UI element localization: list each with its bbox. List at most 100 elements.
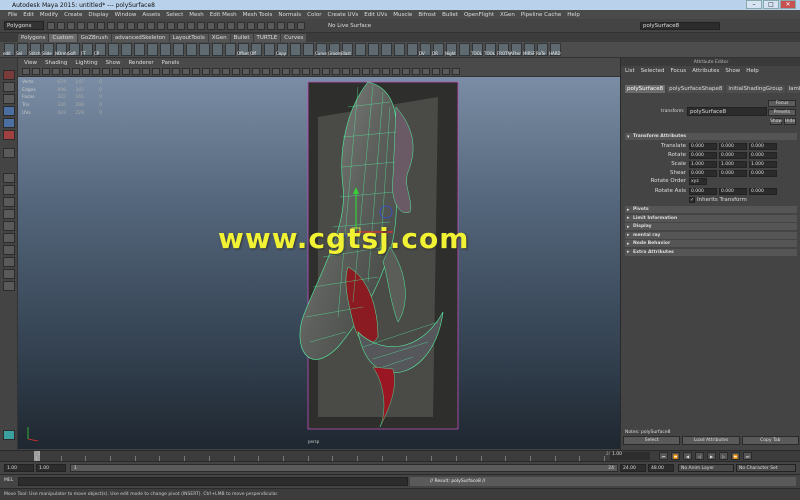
panel-tool-icon[interactable] [62, 68, 70, 75]
shelf-tool-icon[interactable]: Groom [328, 43, 341, 56]
menu-item[interactable]: Muscle [393, 12, 412, 18]
shelf-tool-icon[interactable] [290, 43, 301, 56]
shelf-tool-icon[interactable]: edit [3, 43, 15, 56]
shelf-tab[interactable]: advancedSkeleton [111, 34, 169, 42]
rotate-order-dropdown[interactable]: xyz [689, 177, 707, 185]
status-tool-icon[interactable] [47, 21, 55, 30]
ae-section[interactable]: mental ray [625, 231, 797, 239]
play-back-icon[interactable]: ◁ [695, 452, 704, 460]
go-end-icon[interactable]: ⏭ [743, 452, 752, 460]
panel-menu-item[interactable]: Panels [162, 60, 180, 66]
shelf-tool-icon[interactable] [394, 43, 405, 56]
inherits-checkbox[interactable]: ✓ [689, 197, 695, 203]
menu-item[interactable]: Help [567, 12, 580, 18]
maximize-button[interactable]: □ [763, 0, 779, 9]
end-time-field[interactable]: 48.00 [648, 464, 674, 472]
menu-item[interactable]: Modify [40, 12, 58, 18]
status-tool-icon[interactable] [77, 21, 85, 30]
panel-tool-icon[interactable] [252, 68, 260, 75]
show-button[interactable]: Show [770, 118, 782, 125]
menu-item[interactable]: Color [307, 12, 321, 18]
shelf-tool-icon[interactable]: Blast [341, 43, 353, 56]
panel-tool-icon[interactable] [92, 68, 100, 75]
ae-menu-item[interactable]: Selected [641, 68, 665, 74]
menu-item[interactable]: Select [166, 12, 183, 18]
ae-section[interactable]: Display [625, 223, 797, 230]
status-tool-icon[interactable] [137, 21, 145, 30]
attr-field[interactable]: 0.000 [689, 169, 717, 177]
select-tool-icon[interactable] [3, 70, 15, 80]
shelf-tool-icon[interactable]: Off [250, 43, 262, 56]
rotate-tool-icon[interactable] [3, 118, 15, 128]
shelf-tool-icon[interactable] [147, 43, 158, 56]
layout-uv-icon[interactable] [3, 245, 15, 255]
ae-section[interactable]: Extra Attributes [625, 248, 797, 256]
menu-item[interactable]: Create [64, 12, 82, 18]
step-forward-icon[interactable]: ▷ [719, 452, 728, 460]
attr-field[interactable]: 0.000 [749, 151, 777, 159]
panel-tool-icon[interactable] [132, 68, 140, 75]
panel-tool-icon[interactable] [322, 68, 330, 75]
layout-single-icon[interactable] [3, 173, 15, 183]
shelf-tool-icon[interactable]: MIRSF [523, 43, 535, 56]
status-tool-icon[interactable] [237, 21, 245, 30]
panel-tool-icon[interactable] [122, 68, 130, 75]
shelf-tool-icon[interactable] [225, 43, 236, 56]
step-back-icon[interactable]: ◀ [683, 452, 692, 460]
menu-item[interactable]: XGen [500, 12, 515, 18]
layout-script-icon[interactable] [3, 269, 15, 279]
ae-menu-item[interactable]: Focus [670, 68, 686, 74]
shelf-tab[interactable]: Curves [281, 34, 307, 42]
ae-section[interactable]: Limit Information [625, 214, 797, 222]
panel-tool-icon[interactable] [102, 68, 110, 75]
panel-tool-icon[interactable] [232, 68, 240, 75]
panel-tool-icon[interactable] [362, 68, 370, 75]
panel-tool-icon[interactable] [192, 68, 200, 75]
rotate-axis-x[interactable]: 0.000 [689, 187, 717, 195]
viewport-persp[interactable]: Verts 674 147 0 Edges 898 345 0 Faces 322 161 0 Tris… [18, 77, 620, 449]
mel-input[interactable] [18, 477, 408, 486]
shelf-tab[interactable]: TURTLE [253, 34, 281, 42]
shelf-tool-icon[interactable]: HARD [549, 43, 561, 56]
rotate-axis-y[interactable]: 0.000 [719, 187, 747, 195]
panel-menu-item[interactable]: Lighting [75, 60, 97, 66]
shelf-tool-icon[interactable] [368, 43, 379, 56]
section-transform-attributes[interactable]: Transform Attributes [625, 133, 797, 140]
menu-item[interactable]: Bullet [442, 12, 458, 18]
panel-tool-icon[interactable] [382, 68, 390, 75]
ae-bottom-button[interactable]: Load Attributes [682, 436, 740, 445]
shelf-tool-icon[interactable]: TOOL [471, 43, 483, 56]
status-tool-icon[interactable] [147, 21, 155, 30]
shelf-tool-icon[interactable] [212, 43, 223, 56]
status-tool-icon[interactable] [207, 21, 215, 30]
shelf-tool-icon[interactable] [199, 43, 210, 56]
menu-item[interactable]: Bifrost [418, 12, 436, 18]
status-tool-icon[interactable] [267, 21, 275, 30]
presets-button[interactable]: Presets [768, 109, 796, 116]
shelf-tool-icon[interactable] [173, 43, 184, 56]
panel-menu-item[interactable]: Renderer [128, 60, 153, 66]
paint-select-icon[interactable] [3, 94, 15, 104]
panel-tool-icon[interactable] [282, 68, 290, 75]
attr-field[interactable]: 0.000 [719, 142, 747, 150]
shelf-tool-icon[interactable]: Sel [16, 43, 28, 56]
lasso-tool-icon[interactable] [3, 82, 15, 92]
shelf-tool-icon[interactable] [459, 43, 470, 56]
panel-tool-icon[interactable] [142, 68, 150, 75]
menu-item[interactable]: Normals [278, 12, 301, 18]
status-tool-icon[interactable] [167, 21, 175, 30]
focus-button[interactable]: Focus [768, 100, 796, 107]
status-tool-icon[interactable] [257, 21, 265, 30]
status-tool-icon[interactable] [127, 21, 135, 30]
panel-tool-icon[interactable] [52, 68, 60, 75]
status-tool-icon[interactable] [107, 21, 115, 30]
shelf-tool-icon[interactable]: TOOL [484, 43, 496, 56]
panel-tool-icon[interactable] [182, 68, 190, 75]
shelf-tool-icon[interactable] [264, 43, 275, 56]
status-tool-icon[interactable] [287, 21, 295, 30]
layout-hypershade-icon[interactable] [3, 233, 15, 243]
current-frame-field[interactable]: 1.00 [610, 452, 650, 460]
panel-tool-icon[interactable] [112, 68, 120, 75]
go-start-icon[interactable]: ⏮ [659, 452, 668, 460]
panel-tool-icon[interactable] [32, 68, 40, 75]
